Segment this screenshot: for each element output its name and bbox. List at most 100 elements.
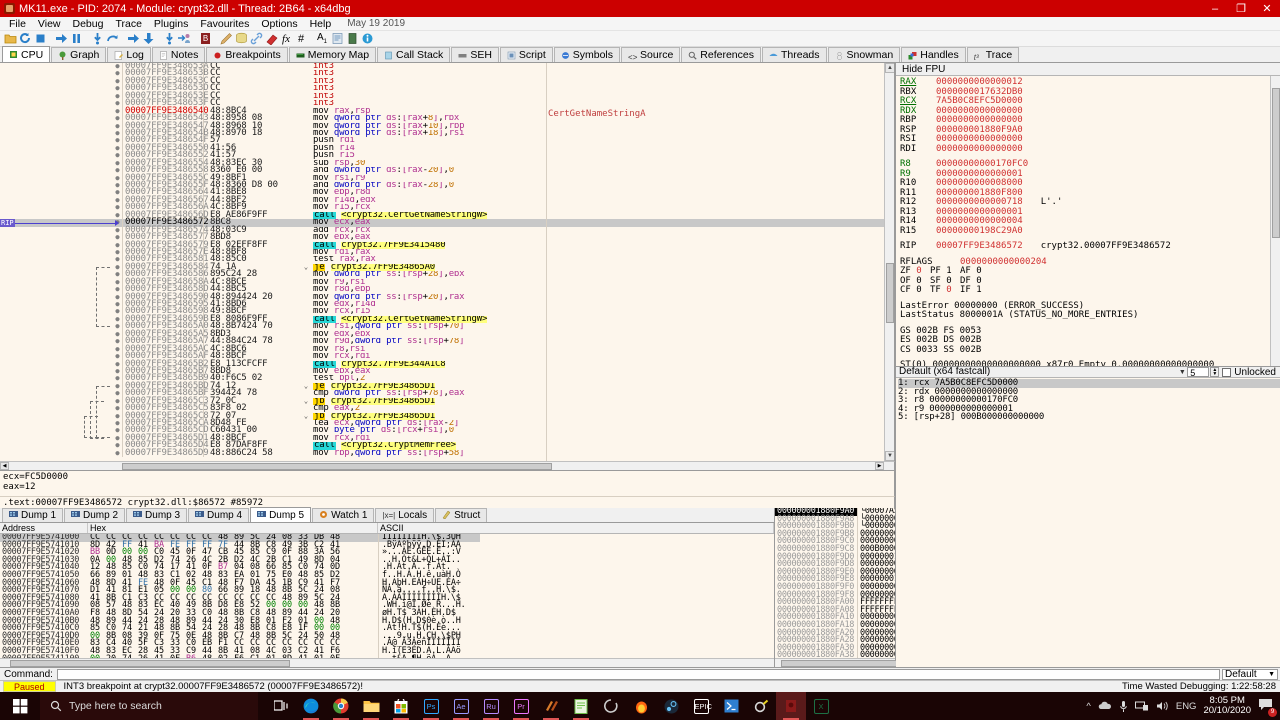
last-status-row[interactable]: LastStatus 8000001A (STATUS_NO_MORE_ENTR… [900, 310, 1280, 321]
minimize-button[interactable]: – [1202, 0, 1228, 17]
arg-count-input[interactable]: 5 [1187, 367, 1210, 378]
dump-tab-dump-1[interactable]: Dump 1 [2, 508, 64, 522]
tab-breakpoints[interactable]: Breakpoints [206, 47, 288, 62]
excel-icon[interactable]: X [806, 692, 836, 720]
scroll-up-button[interactable]: ▲ [885, 63, 894, 73]
register-value[interactable]: 00007FF9E3486572 [936, 241, 1023, 251]
argument-row[interactable]: 5: [rsp+28] 000B000000000000 [898, 413, 1280, 422]
tab-seh[interactable]: SEH [451, 47, 499, 62]
tab-graph[interactable]: Graph [51, 47, 107, 62]
flags-row[interactable]: OF 0 SF 0 DF 0 [900, 276, 1280, 287]
disassembly-hscrollbar[interactable]: ◀ ▶ [0, 461, 895, 470]
dump-hscroll-thumb[interactable] [10, 660, 290, 667]
microsoft-store-icon[interactable] [386, 692, 416, 720]
menu-item-trace[interactable]: Trace [109, 17, 147, 31]
tab-trace[interactable]: t³ Trace [966, 47, 1020, 62]
run-icon[interactable] [54, 32, 68, 46]
hscroll-right-button[interactable]: ▶ [875, 462, 884, 470]
step-up-icon[interactable] [162, 32, 176, 46]
step-down-icon[interactable] [141, 32, 155, 46]
about-icon[interactable] [360, 32, 374, 46]
notepad-icon[interactable] [566, 692, 596, 720]
register-value[interactable]: 0000000017632DB0 [936, 87, 1023, 97]
register-value[interactable]: 0000000000000004 [936, 216, 1023, 226]
dump-tab-watch-1[interactable]: Watch 1 [312, 508, 375, 522]
dump-tab-locals[interactable]: |x=| Locals [375, 508, 435, 522]
hash-icon[interactable]: # [294, 32, 308, 46]
notification-center-button[interactable]: 9 [1258, 698, 1277, 717]
close-button[interactable]: ✕ [1254, 0, 1280, 17]
menu-item-debug[interactable]: Debug [67, 17, 110, 31]
task-view-icon[interactable] [266, 692, 296, 720]
link-icon[interactable] [249, 32, 263, 46]
dump-tab-dump-3[interactable]: Dump 3 [126, 508, 188, 522]
stack-pane[interactable]: 000000001880F9A0└00007A5B140E047D0000000… [775, 508, 895, 658]
menu-item-file[interactable]: File [3, 17, 32, 31]
font-icon[interactable]: A1 [315, 32, 329, 46]
tab-memory-map[interactable]: Memory Map [288, 47, 377, 62]
chevron-down-icon[interactable]: ▼ [1177, 369, 1187, 376]
flag-if[interactable]: IF 1 [960, 285, 990, 296]
menu-item-help[interactable]: Help [304, 17, 338, 31]
register-value[interactable]: 0000000000000012 [936, 77, 1023, 87]
hscroll-left-button[interactable]: ◀ [0, 462, 9, 470]
premiere-pro-icon[interactable]: Pr [506, 692, 536, 720]
tab-log[interactable]: Log [107, 47, 151, 62]
tab-handles[interactable]: Handles [901, 47, 966, 62]
stop-icon[interactable] [33, 32, 47, 46]
register-rdi[interactable]: RDI 0000000000000000 [900, 144, 1280, 155]
register-value[interactable]: 0000000000000204 [960, 257, 1047, 267]
tab-call-stack[interactable]: Call Stack [377, 47, 451, 62]
pause-icon[interactable] [69, 32, 83, 46]
flag-tf[interactable]: TF 0 [930, 285, 960, 296]
language-indicator[interactable]: ENG [1176, 701, 1197, 712]
command-mode-dropdown[interactable]: Default ▼ [1222, 668, 1278, 680]
dump-header-ascii[interactable]: ASCII [378, 523, 774, 533]
disassembly-scrollbar[interactable]: ▲ ▼ [884, 63, 894, 461]
log-window-icon[interactable] [330, 32, 344, 46]
arg-count-spinner[interactable]: ▲ ▼ [1210, 367, 1220, 377]
register-value[interactable]: 000000001880F9A0 [936, 125, 1023, 135]
register-r15[interactable]: R15 00000000198C29A0 [900, 226, 1280, 237]
dump-hscrollbar[interactable] [0, 658, 774, 667]
tab-notes[interactable]: Notes [151, 47, 206, 62]
dump-tab-dump-4[interactable]: Dump 4 [188, 508, 250, 522]
file-explorer-icon[interactable] [356, 692, 386, 720]
after-effects-icon[interactable]: Ae [446, 692, 476, 720]
fx-icon[interactable]: fx [279, 32, 293, 46]
step-over-icon[interactable] [105, 32, 119, 46]
arguments-pane[interactable]: 1: rcx 7A5B0C8EFC5D0000 2: rdx 0000000000… [896, 378, 1280, 667]
memory-icon[interactable] [234, 32, 248, 46]
tab-snowman[interactable]: Snowman [827, 47, 901, 62]
register-rip[interactable]: RIP 00007FF9E3486572 crypt32.00007FF9E3486… [900, 241, 1280, 252]
register-value[interactable]: 0000000000000001 [936, 169, 1023, 179]
registers-pane[interactable]: RAX 0000000000000012 RBX 0000000017632DB0 RC… [896, 76, 1280, 366]
st-row-0[interactable]: ST(0) 00000000000000000000 x87r0 Empty 0… [900, 360, 1280, 366]
hscroll-thumb[interactable] [122, 463, 552, 470]
loading-icon[interactable] [596, 692, 626, 720]
premiere-rush-icon[interactable]: Ru [476, 692, 506, 720]
register-value[interactable]: 0000000000000000 [936, 134, 1023, 144]
tab-source[interactable]: <> Source [621, 47, 681, 62]
command-input[interactable] [56, 668, 1220, 680]
hide-fpu-button[interactable]: Hide FPU [896, 63, 1280, 76]
chrome-icon[interactable] [326, 692, 356, 720]
calling-convention-select[interactable]: Default (x64 fastcall) [896, 366, 1177, 378]
segment-row-2[interactable]: CS 0033 SS 002B [900, 345, 1280, 356]
disassembly-list[interactable]: ● 00007FF9E348653A CC int3 ● 00007FF9E348653B… [0, 63, 884, 461]
powershell-icon[interactable] [716, 692, 746, 720]
tray-chevron-icon[interactable]: ^ [1086, 701, 1090, 712]
menu-item-view[interactable]: View [32, 17, 67, 31]
register-value[interactable]: 0000000000000000 [936, 106, 1023, 116]
scroll-down-button[interactable]: ▼ [885, 451, 894, 461]
menu-item-plugins[interactable]: Plugins [148, 17, 194, 31]
register-value[interactable]: 0000000000008000 [936, 178, 1023, 188]
restart-icon[interactable] [18, 32, 32, 46]
flag-cf[interactable]: CF 0 [900, 285, 930, 296]
register-value[interactable]: 0000000000000001 [936, 207, 1023, 217]
taskbar-clock[interactable]: 8:05 PM 20/10/2020 [1203, 696, 1251, 716]
firefox-icon[interactable] [626, 692, 656, 720]
media-player-icon[interactable] [536, 692, 566, 720]
tab-symbols[interactable]: Symbols [553, 47, 621, 62]
epic-games-icon[interactable]: EPIC [686, 692, 716, 720]
